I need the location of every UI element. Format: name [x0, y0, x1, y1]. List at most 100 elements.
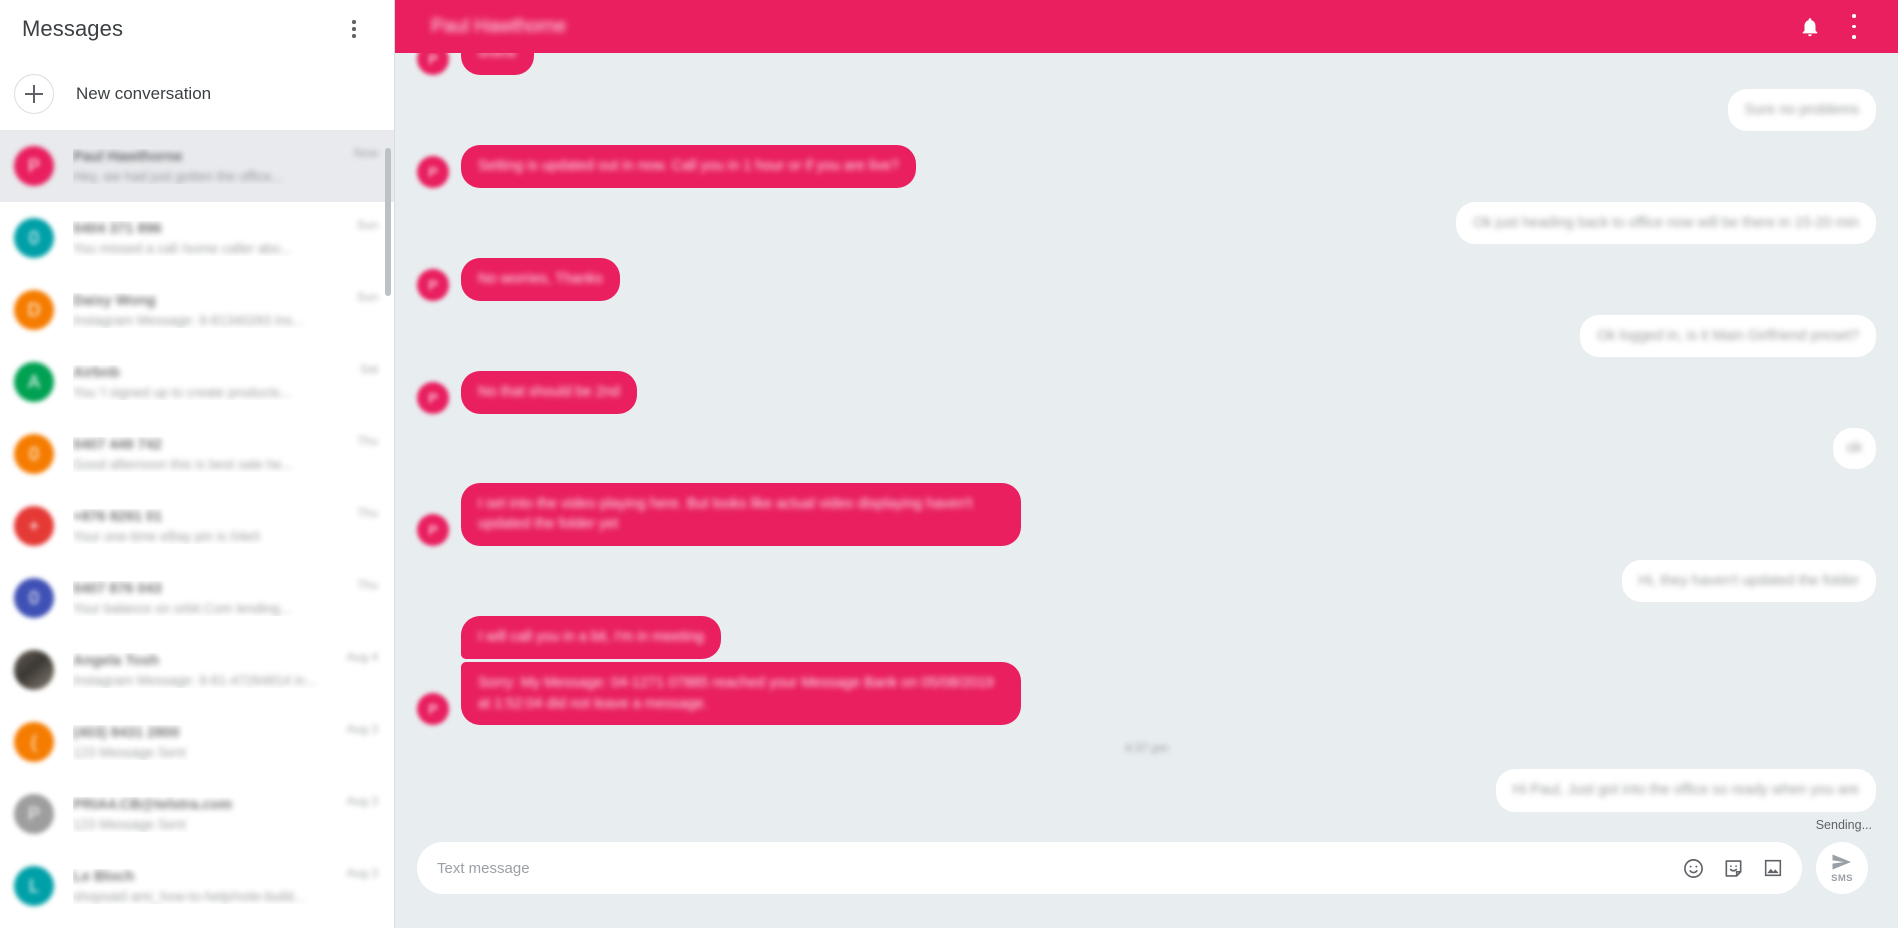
message-row: Sure no problems — [417, 88, 1876, 132]
conversation-list-item[interactable]: D Daisy Wong Instagram Message: 9-81340283… — [0, 274, 394, 346]
conversation-timestamp: Aug 3 — [346, 794, 378, 808]
conversation-timestamp: Thu — [357, 578, 378, 592]
conversation-list-item[interactable]: 0 0407 449 742 Good afternoon this is best… — [0, 418, 394, 490]
conversation-overflow-menu-icon[interactable] — [1832, 5, 1876, 49]
conversation-snippet: Your one-time eBay pin is 04e0 — [73, 528, 261, 544]
message-input-pill[interactable] — [417, 842, 1802, 894]
conversation-timestamp: Sun — [356, 290, 378, 304]
avatar: A — [14, 362, 54, 402]
conversation-text: 0407 876 043 Your balance on orbit.Com le… — [73, 581, 349, 616]
conversation-text: Daisy Wong Instagram Message: 9-81340283 … — [73, 293, 349, 328]
send-button[interactable]: SMS — [1816, 842, 1868, 894]
message-group: Setting is updated out in now. Call you … — [461, 145, 916, 188]
conversation-snippet: Good afternoon this is best sale he... — [73, 456, 293, 472]
outgoing-message-bubble[interactable]: ok — [1832, 428, 1876, 469]
conversation-name: Paul Hawthorne — [73, 148, 183, 165]
incoming-message-bubble[interactable]: online — [461, 53, 534, 75]
incoming-message-bubble[interactable]: I set into the video playing here. But l… — [461, 482, 1021, 546]
conversation-pane: Paul Hawthorne Ponline Sure no problems P S… — [395, 0, 1898, 928]
pending-message-bubble[interactable]: Hi Paul, Just got into the office so rea… — [1495, 769, 1876, 812]
message-avatar: P — [417, 268, 449, 301]
send-arrow-icon — [1832, 854, 1851, 870]
message-text: Ok just heading back to office now will … — [1473, 214, 1859, 231]
sidebar-overflow-menu-icon[interactable] — [334, 9, 374, 49]
sidebar-scrollbar[interactable] — [385, 148, 391, 296]
conversation-name: Airbnb — [73, 364, 120, 381]
conversation-list-item[interactable]: + +876 8291 01 Your one-time eBay pin is 0… — [0, 490, 394, 562]
message-avatar: P — [417, 693, 449, 726]
conversation-list-item[interactable]: 0 0404 371 896 You missed a call /some cal… — [0, 202, 394, 274]
image-icon[interactable] — [1760, 855, 1786, 881]
conversation-timestamp: Aug 3 — [346, 866, 378, 880]
avatar: P — [14, 146, 54, 186]
conversation-name: Daisy Wong — [73, 292, 156, 309]
conversation-list-item[interactable]: 0 0407 876 043 Your balance on orbit.Com l… — [0, 562, 394, 634]
message-avatar: P — [417, 382, 449, 415]
message-row: P I will call you in a bit, I'm in meetin… — [417, 616, 1876, 726]
message-row: P I set into the video playing here. But … — [417, 482, 1876, 546]
conversation-list-item[interactable]: Angela Tosh Instagram Message: 9-81-47264… — [0, 634, 394, 706]
incoming-message-bubble[interactable]: Setting is updated out in now. Call you … — [461, 145, 916, 188]
conversation-name: PRIA4.CB@telstra.com — [73, 796, 233, 813]
page-title: Messages — [22, 16, 124, 41]
conversation-text: Angela Tosh Instagram Message: 9-81-47264… — [73, 653, 339, 688]
outgoing-message-bubble[interactable]: Sure no problems — [1727, 88, 1876, 132]
new-conversation-label: New conversation — [76, 84, 212, 103]
bell-icon[interactable] — [1788, 5, 1832, 49]
conversation-snippet: shopsaid ami_how-to-help/note-build... — [73, 888, 305, 904]
message-group: I will call you in a bit, I'm in meeting… — [461, 616, 1021, 726]
sticker-icon[interactable] — [1720, 855, 1746, 881]
message-status: Sending... — [1815, 817, 1872, 832]
message-text: Sorry: My Message: 04-1271 07885 reached… — [478, 674, 994, 712]
message-composer: SMS — [395, 832, 1898, 928]
send-button-label: SMS — [1831, 873, 1853, 884]
message-group: online — [461, 53, 534, 75]
incoming-message-bubble[interactable]: Sorry: My Message: 04-1271 07885 reached… — [461, 661, 1021, 726]
message-row: Ponline — [417, 53, 1876, 75]
message-text: Hi, they haven't updated the folder — [1638, 572, 1859, 589]
message-row: P No worries, Thanks — [417, 258, 1876, 301]
conversation-list-item[interactable]: L Le Bloch shopsaid ami_how-to-help/note-b… — [0, 850, 394, 922]
conversation-name: +876 8291 01 — [73, 508, 163, 525]
conversation-text: (403) 8431 2800 123 Message Sent — [73, 725, 339, 760]
message-text: I set into the video playing here. But l… — [478, 495, 973, 533]
conversation-name: (403) 8431 2800 — [73, 724, 180, 741]
conversation-snippet: 123 Message Sent — [73, 816, 186, 832]
message-text: No worries, Thanks — [478, 271, 603, 288]
avatar: P — [14, 794, 54, 834]
conversation-list[interactable]: P Paul Hawthorne Hey, we had just gotten t… — [0, 130, 394, 928]
conversation-list-item[interactable]: ((403) 8431 2800 123 Message Sent Aug 3 — [0, 706, 394, 778]
outgoing-message-bubble[interactable]: Ok logged in, is it Main Girlfriend pres… — [1580, 314, 1876, 358]
conversation-snippet: You 'I signed up to create products... — [73, 384, 292, 400]
message-group: I set into the video playing here. But l… — [461, 482, 1021, 546]
message-text: No that should be 2nd — [478, 384, 620, 401]
conversation-list-item[interactable]: P PRIA4.CB@telstra.com 123 Message Sent Aug… — [0, 778, 394, 850]
avatar: D — [14, 290, 54, 330]
incoming-message-bubble[interactable]: No that should be 2nd — [461, 371, 637, 415]
emoji-smile-icon[interactable] — [1680, 855, 1706, 881]
message-avatar: P — [417, 53, 449, 75]
conversation-name: Angela Tosh — [73, 652, 159, 669]
conversation-list-item[interactable]: A Airbnb You 'I signed up to create produc… — [0, 346, 394, 418]
message-row: Ok logged in, is it Main Girlfriend pres… — [417, 314, 1876, 358]
conversation-text: Paul Hawthorne Hey, we had just gotten th… — [73, 149, 346, 184]
message-row: P Setting is updated out in now. Call you… — [417, 145, 1876, 188]
new-conversation-button[interactable]: New conversation — [0, 58, 394, 130]
incoming-message-bubble[interactable]: No worries, Thanks — [461, 258, 620, 301]
conversation-snippet: Instagram Message: 9-81340283 ins... — [73, 312, 304, 328]
avatar: ( — [14, 722, 54, 762]
incoming-message-bubble[interactable]: I will call you in a bit, I'm in meeting — [461, 616, 721, 659]
message-row: P No that should be 2nd — [417, 371, 1876, 415]
conversation-list-item[interactable]: P Paul Hawthorne Hey, we had just gotten t… — [0, 130, 394, 202]
message-row: ok — [417, 428, 1876, 469]
outgoing-message-bubble[interactable]: Ok just heading back to office now will … — [1456, 201, 1876, 245]
messages-app: Messages New conversation P Paul Hawthorn… — [0, 0, 1898, 928]
avatar: 0 — [14, 434, 54, 474]
outgoing-message-bubble[interactable]: Hi, they haven't updated the folder — [1621, 559, 1876, 603]
plus-icon — [14, 74, 54, 114]
conversation-name: 0404 371 896 — [73, 220, 162, 237]
message-thread[interactable]: Ponline Sure no problems P Setting is updat… — [395, 53, 1898, 832]
conversation-text: 0404 371 896 You missed a call /some call… — [73, 221, 349, 256]
message-text: Setting is updated out in now. Call you … — [478, 158, 899, 175]
message-input[interactable] — [437, 859, 1680, 877]
